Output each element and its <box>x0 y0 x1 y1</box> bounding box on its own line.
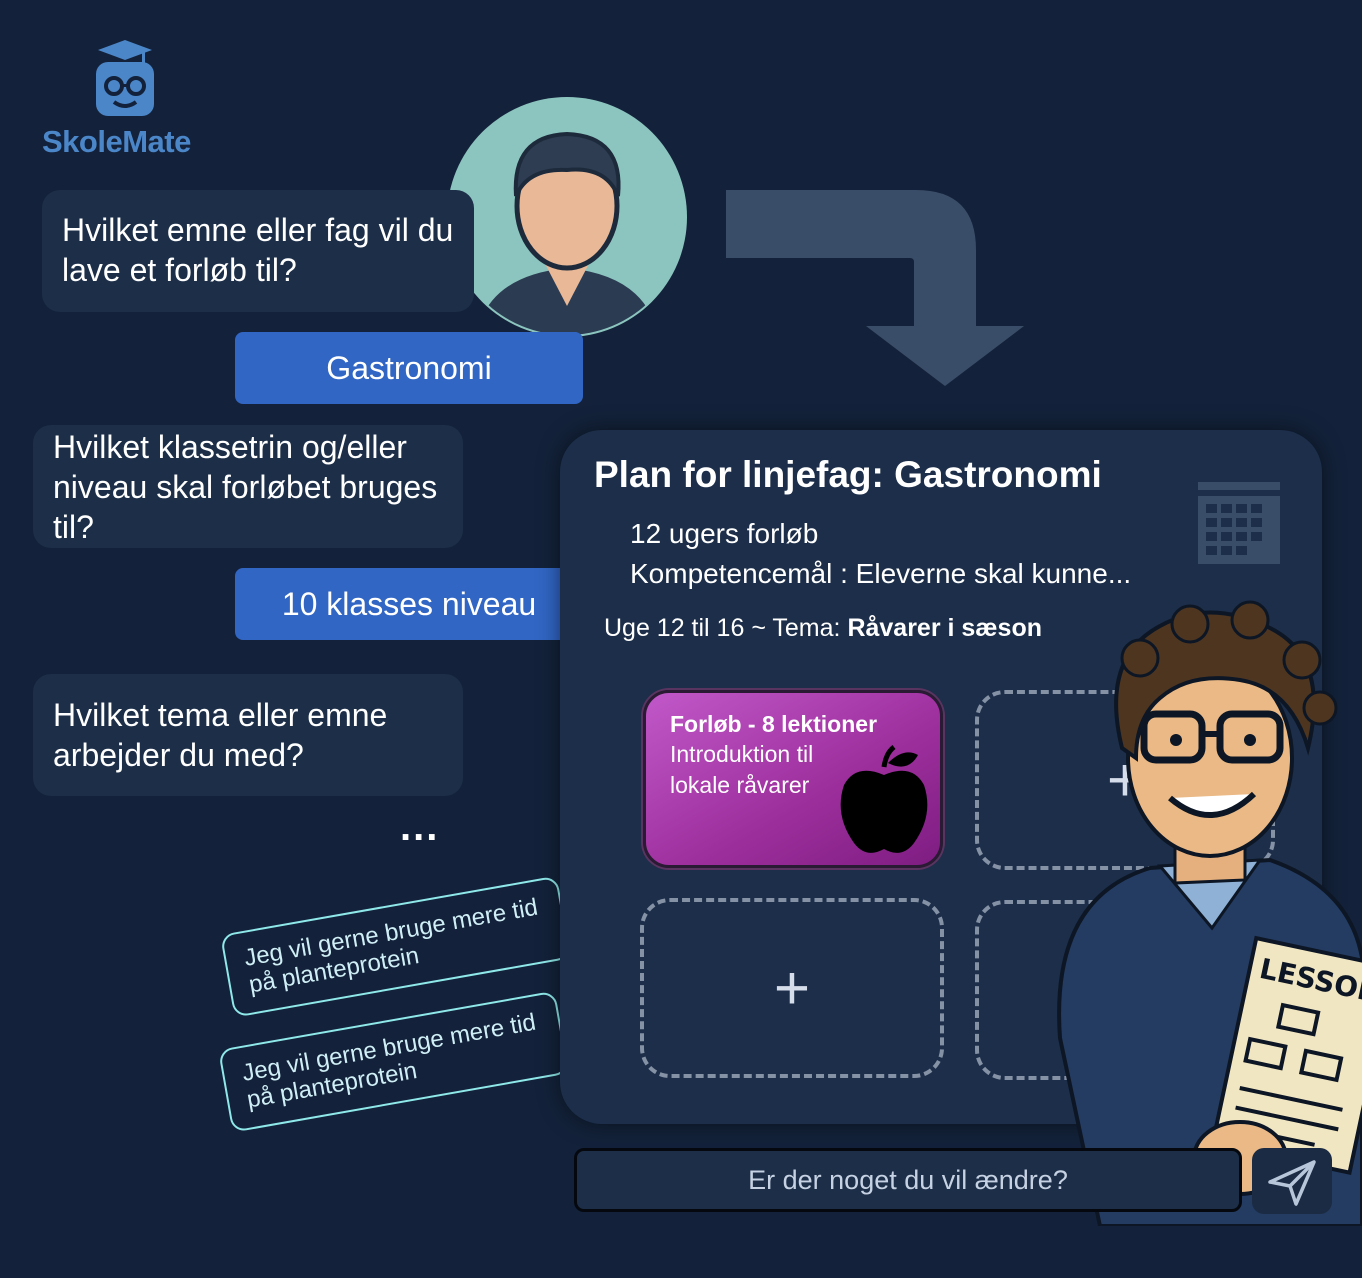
week-theme: Råvarer i sæson <box>847 614 1042 642</box>
flow-arrow-icon <box>726 190 1026 386</box>
message-input[interactable]: Er der noget du vil ændre? <box>574 1148 1242 1212</box>
plan-goal: Kompetencemål : Eleverne skal kunne... <box>630 558 1132 589</box>
week-theme-line: Uge 12 til 16 ~ Tema: Råvarer i sæson <box>604 614 1042 643</box>
answer-level[interactable]: 10 klasses niveau <box>235 568 583 640</box>
apple-icon <box>840 745 928 853</box>
plan-duration: 12 ugers forløb <box>630 518 819 549</box>
question-bubble-theme: Hvilket tema eller emne arbejder du med? <box>33 674 463 796</box>
teacher-illustration: LESSON <box>1040 598 1362 1228</box>
lesson-description: Introduktion til lokale råvarer <box>670 741 814 798</box>
skolemate-logo <box>90 38 160 120</box>
lesson-card[interactable]: Forløb - 8 lektioner Introduktion til lo… <box>643 690 943 868</box>
plus-icon: + <box>773 953 811 1023</box>
send-icon <box>1268 1160 1316 1206</box>
robot-logo-icon <box>96 40 154 116</box>
add-lesson-slot[interactable]: + <box>640 898 944 1078</box>
user-avatar <box>446 96 688 338</box>
app-name: SkoleMate <box>42 124 191 159</box>
handwritten-note: Jeg vil gerne bruge mere tid på plantepr… <box>218 990 570 1133</box>
answer-subject[interactable]: Gastronomi <box>235 332 583 404</box>
calendar-icon <box>1198 482 1280 564</box>
question-bubble-subject: Hvilket emne eller fag vil du lave et fo… <box>42 190 474 312</box>
question-bubble-level: Hvilket klassetrin og/eller niveau skal … <box>33 425 463 548</box>
typing-indicator: ... <box>400 805 440 849</box>
send-button[interactable] <box>1252 1148 1332 1214</box>
lesson-title: Forløb - 8 lektioner <box>670 711 878 737</box>
week-range: Uge 12 til 16 ~ Tema: <box>604 614 848 642</box>
plan-title: Plan for linjefag: Gastronomi <box>594 454 1102 495</box>
